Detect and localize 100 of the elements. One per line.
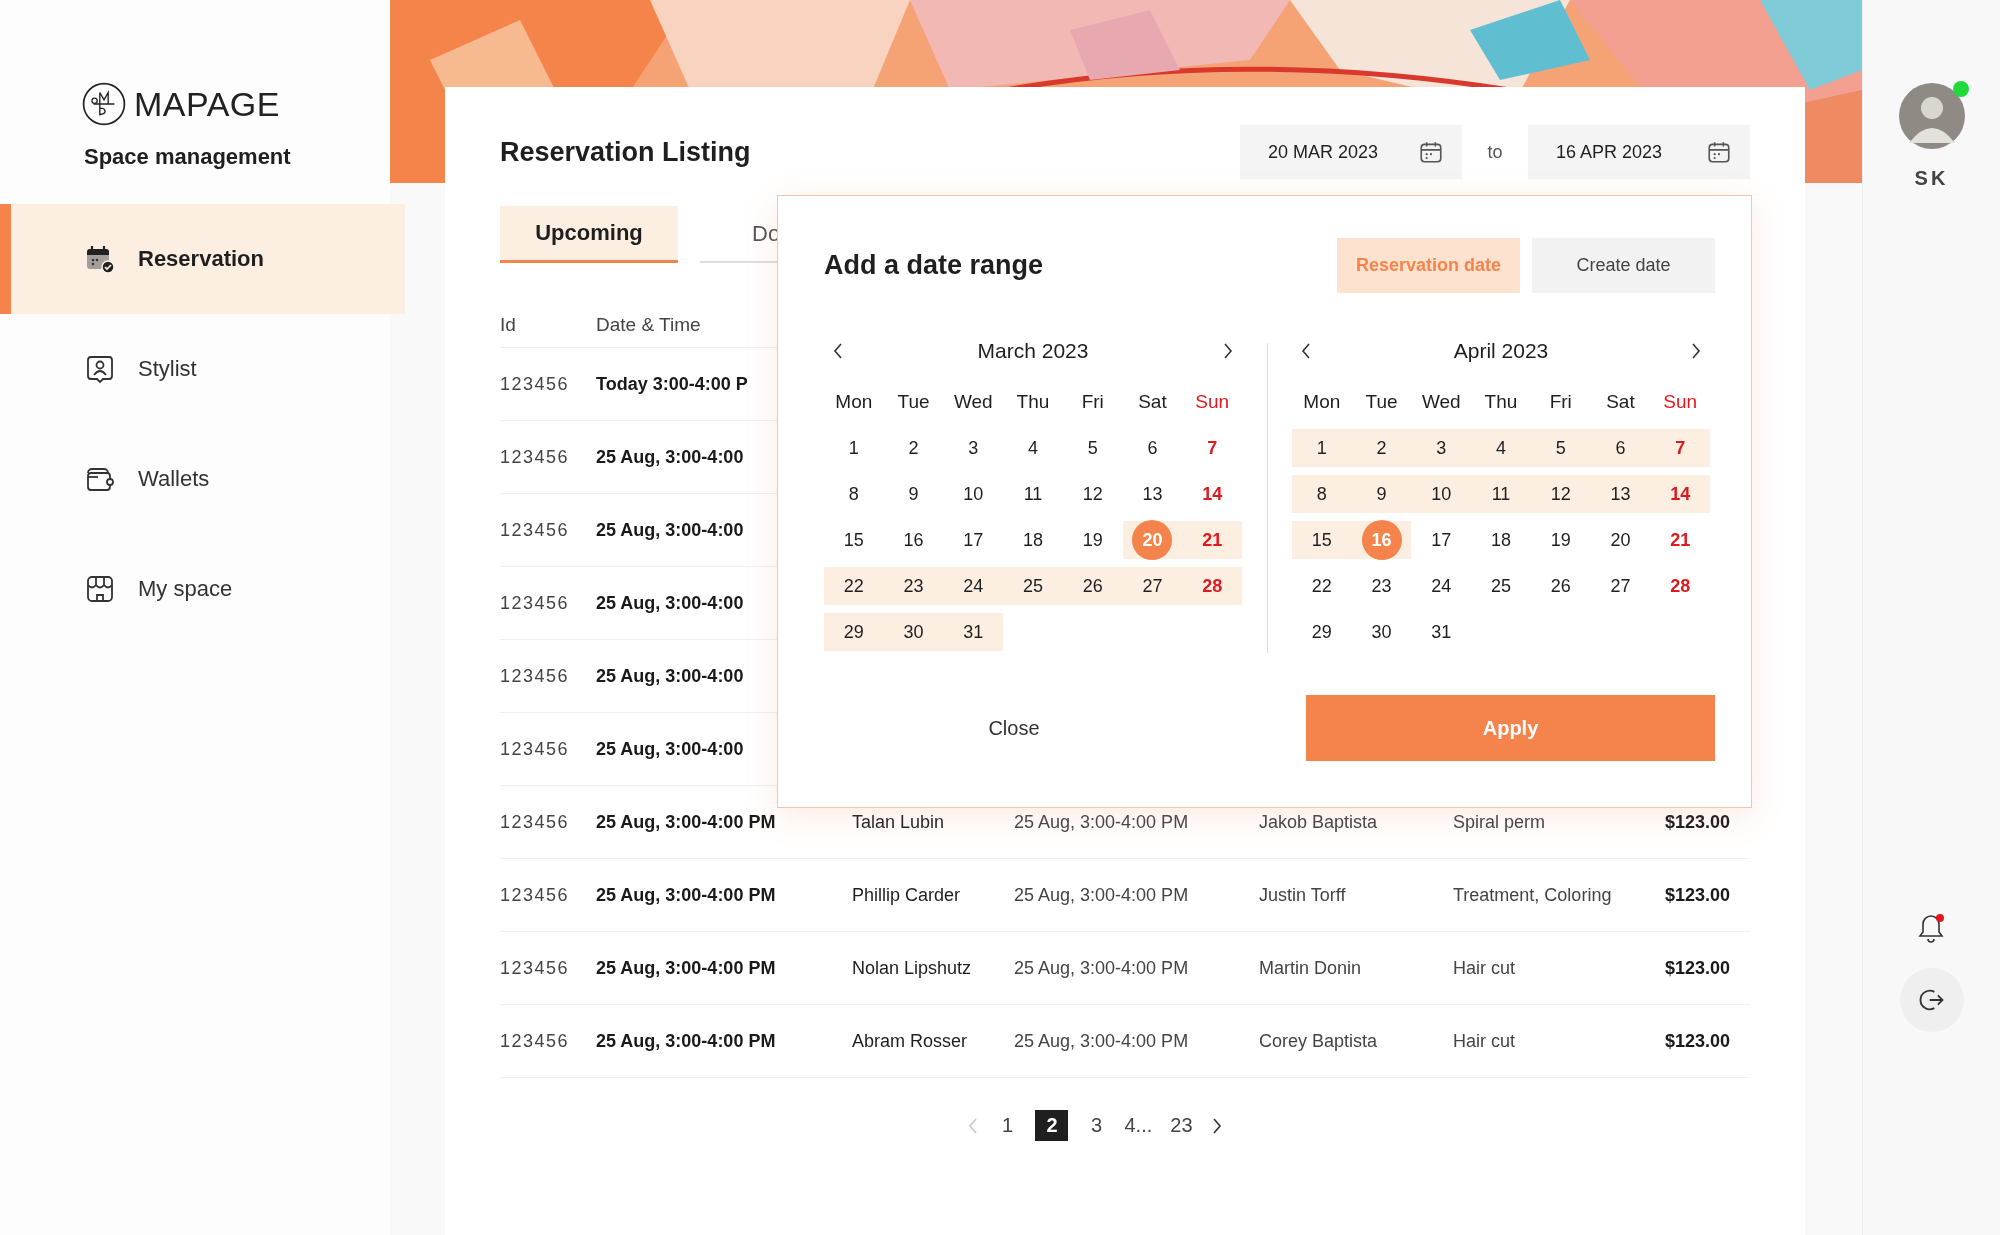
table-cell-text: $123.00 [1665,1030,1732,1052]
calendar-day[interactable]: 27 [1600,566,1641,606]
chevron-left-icon[interactable] [1300,341,1312,361]
calendar-day[interactable]: 19 [1540,520,1581,560]
weekday-label: Tue [1364,390,1399,414]
page-title: Reservation Listing [500,136,751,168]
calendar-day[interactable]: 6 [1132,428,1173,468]
calendar-day[interactable]: 15 [1301,520,1342,560]
sidebar-item[interactable]: Reservation [0,204,405,314]
chevron-right-icon[interactable] [1690,341,1702,361]
page-number[interactable]: 4... [1124,1114,1153,1137]
notification-bell-icon[interactable] [1916,912,1947,944]
table-cell-text: $123.00 [1665,884,1732,906]
calendar-day[interactable]: 13 [1132,474,1173,514]
calendar-day[interactable]: 22 [1301,566,1342,606]
calendar-day[interactable]: 8 [1301,474,1342,514]
calendar-day[interactable]: 29 [833,612,874,652]
calendar-day[interactable]: 1 [833,428,874,468]
calendar-day[interactable]: 17 [953,520,994,560]
calendar-day[interactable]: 10 [953,474,994,514]
page-number[interactable]: 2 [1035,1110,1069,1141]
calendar-day[interactable]: 16 [893,520,934,560]
calendar-day[interactable]: 3 [1421,428,1462,468]
calendar-day[interactable]: 4 [1481,428,1521,468]
calendar-day[interactable]: 5 [1072,428,1113,468]
calendar-day[interactable]: 24 [1421,566,1462,606]
calendar-day[interactable]: 1 [1301,428,1342,468]
chevron-left-icon[interactable] [832,341,844,361]
month-title: March 2023 [977,339,1089,363]
calendar-day[interactable]: 30 [893,612,934,652]
calendar-day[interactable]: 13 [1600,474,1641,514]
calendar-day[interactable]: 3 [953,428,994,468]
calendar-day[interactable]: 11 [1013,474,1053,514]
calendar-day[interactable]: 23 [893,566,934,606]
page-number[interactable]: 3 [1086,1114,1107,1137]
table-cell-text: Hair cut [1453,957,1516,979]
calendar-day[interactable]: 9 [893,474,934,514]
sidebar-item[interactable]: Wallets [0,424,405,534]
calendar-day[interactable]: 17 [1421,520,1462,560]
start-date-field[interactable]: 20 MAR 2023 [1240,125,1462,179]
calendar-day[interactable]: 29 [1301,612,1342,652]
mode-button[interactable]: Create date [1532,238,1715,293]
calendar-day[interactable]: 11 [1481,474,1521,514]
calendar-day[interactable]: 20 [1600,520,1641,560]
sidebar-item[interactable]: Stylist [0,314,405,424]
calendar-day[interactable]: 4 [1013,428,1053,468]
calendar-day[interactable]: 14 [1660,474,1701,514]
tab[interactable]: Upcoming [500,206,678,263]
range-separator: to [1486,141,1504,163]
weekday-label: Sat [1605,390,1636,414]
chevron-right-icon[interactable] [1222,341,1234,361]
calendar-day[interactable]: 18 [1013,520,1053,560]
calendar-day[interactable]: 28 [1192,566,1233,606]
logo-icon [82,82,126,126]
calendar-day[interactable]: 12 [1540,474,1581,514]
calendar-day[interactable]: 26 [1540,566,1581,606]
store-icon [84,573,116,605]
calendar-day[interactable]: 26 [1072,566,1113,606]
calendar-day[interactable]: 21 [1660,520,1701,560]
dialog-title: Add a date range [824,250,1044,281]
calendar-day[interactable]: 10 [1421,474,1462,514]
table-cell-text: Treatment, Coloring [1453,884,1613,906]
calendar-day[interactable]: 12 [1072,474,1113,514]
page-number[interactable]: 1 [997,1114,1018,1137]
calendar-day[interactable]: 23 [1361,566,1402,606]
calendar-day[interactable]: 25 [1481,566,1521,606]
calendar-day[interactable]: 22 [833,566,874,606]
page-number[interactable]: 23 [1170,1114,1193,1137]
calendar-day[interactable]: 6 [1600,428,1641,468]
calendar-check-icon [84,243,116,275]
calendar-day[interactable]: 24 [953,566,994,606]
calendar-day[interactable]: 14 [1192,474,1233,514]
avatar[interactable] [1898,83,1965,149]
table-cell-text: 25 Aug, 3:00-4:00 PM [1014,1030,1190,1052]
weekday-label: Wed [1420,390,1462,414]
calendar-day[interactable]: 9 [1361,474,1402,514]
calendar-day[interactable]: 7 [1192,428,1233,468]
calendar-day[interactable]: 5 [1540,428,1581,468]
table-cell-text: 25 Aug, 3:00-4:00 [596,738,745,760]
weekday-label: Thu [1483,390,1519,414]
weekday-label: Fri [1548,390,1573,414]
calendar-day[interactable]: 30 [1361,612,1402,652]
calendar-day[interactable]: 2 [1361,428,1402,468]
table-cell-text: 123456 [500,738,571,760]
table-cell-text: $123.00 [1665,811,1732,833]
calendar-day[interactable]: 18 [1481,520,1521,560]
end-date-field[interactable]: 16 APR 2023 [1528,125,1750,179]
calendar-day[interactable]: 15 [833,520,874,560]
calendar-day[interactable]: 31 [953,612,994,652]
calendar-day[interactable]: 27 [1132,566,1173,606]
calendar-day[interactable]: 8 [833,474,874,514]
calendar-day[interactable]: 25 [1013,566,1053,606]
calendar-day[interactable]: 19 [1072,520,1113,560]
calendar-day[interactable]: 2 [893,428,934,468]
table-cell-text: Talan Lubin [852,811,946,833]
calendar-day[interactable]: 7 [1660,428,1701,468]
calendar-day[interactable]: 31 [1421,612,1462,652]
sidebar-item[interactable]: My space [0,534,405,644]
calendar-day[interactable]: 21 [1192,520,1233,560]
calendar-day[interactable]: 28 [1660,566,1701,606]
